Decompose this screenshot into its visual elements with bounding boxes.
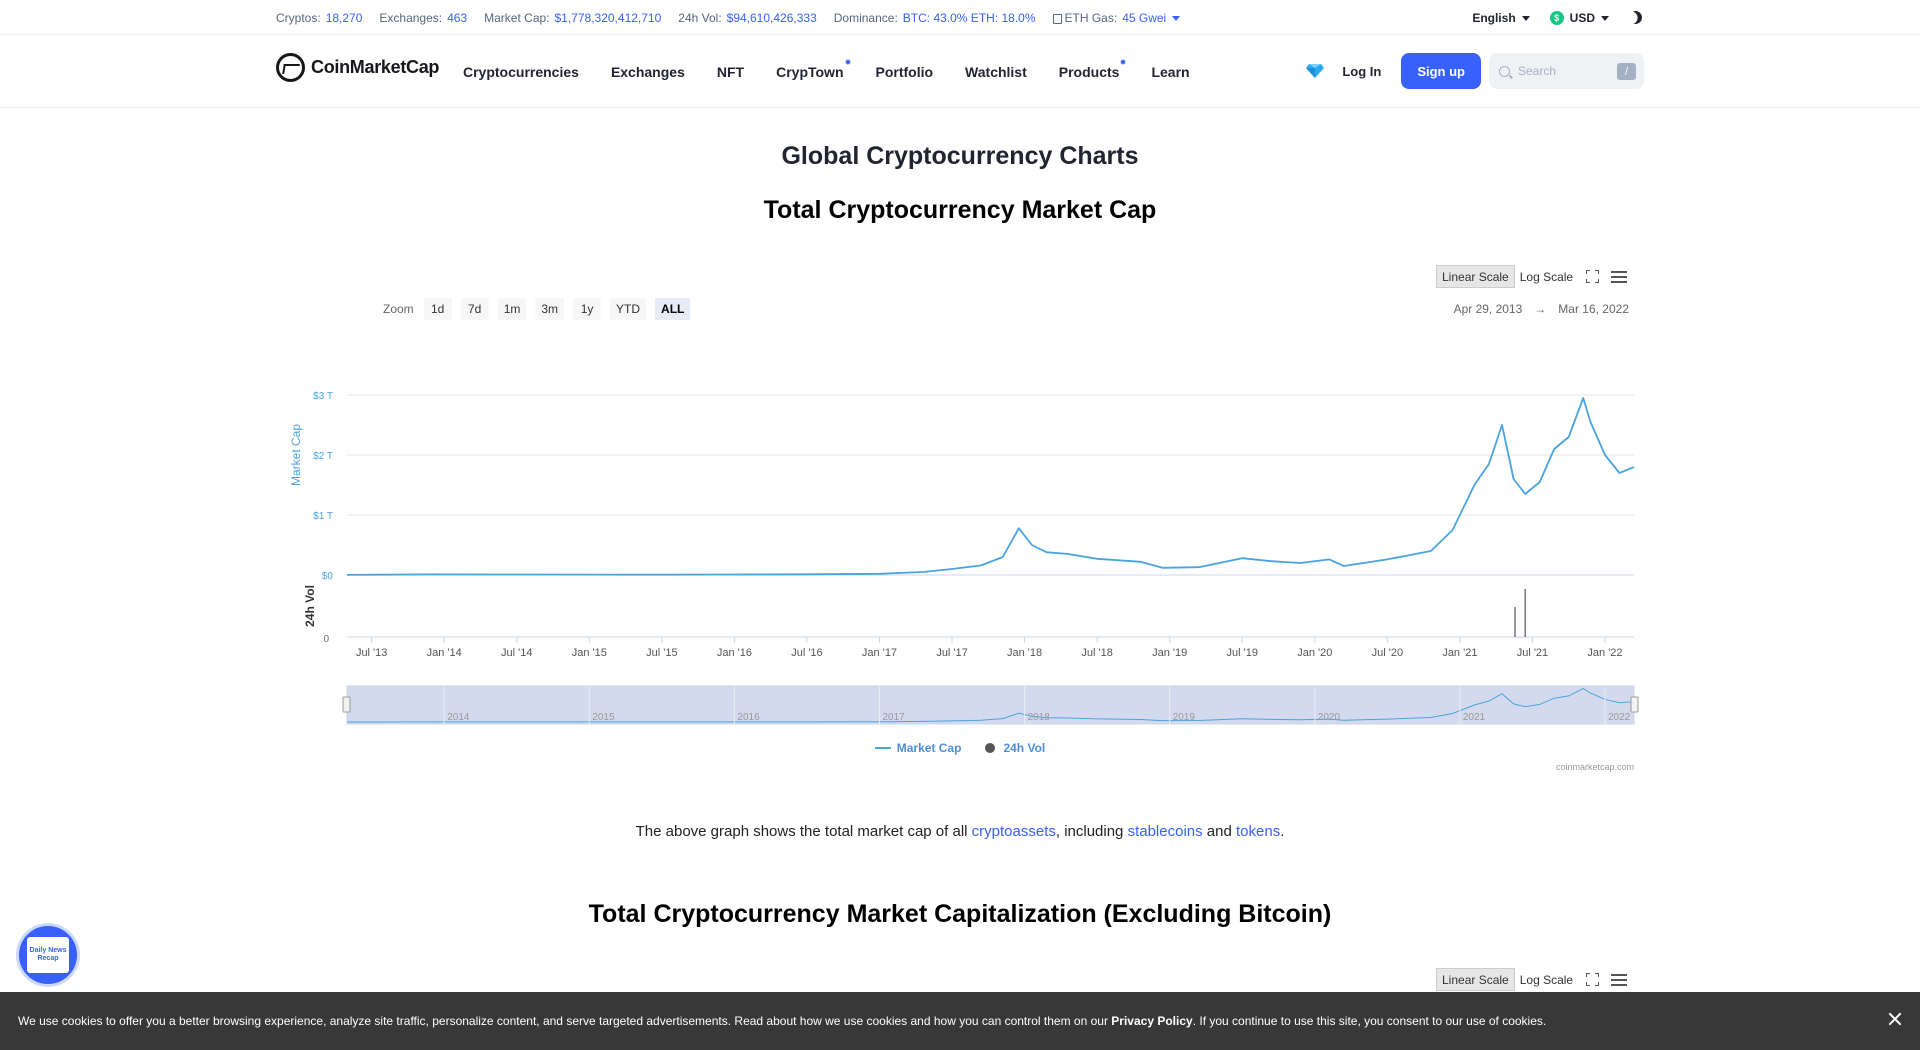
y2-tick-label: 0 (323, 634, 329, 645)
x-tick-label: Jul '21 (1517, 647, 1548, 659)
x-tick-label: Jul '17 (936, 647, 967, 659)
navigator-year-label: 2022 (1608, 712, 1631, 723)
navigator-year-label: 2016 (737, 712, 760, 723)
chart-menu-icon[interactable] (1611, 973, 1628, 986)
chart-credits[interactable]: coinmarketcap.com (1556, 762, 1634, 772)
x-tick-label: Jan '14 (427, 647, 462, 659)
x-tick-label: Jan '21 (1442, 647, 1477, 659)
navigator-year-label: 2019 (1173, 712, 1196, 723)
x-tick-label: Jul '18 (1081, 647, 1112, 659)
x-tick-label: Jul '14 (501, 647, 532, 659)
navigator-handle-left[interactable] (342, 696, 351, 713)
cookie-banner: We use cookies to offer you a better bro… (0, 992, 1920, 1050)
x-tick-label: Jan '16 (717, 647, 752, 659)
navigator-year-label: 2021 (1463, 712, 1486, 723)
x-tick-label: Jul '15 (646, 647, 677, 659)
log-scale-button[interactable]: Log Scale (1515, 968, 1578, 991)
chart-grid (347, 394, 1634, 638)
y-axis-ticks: $0 $1 T $2 T $3 T (313, 391, 333, 582)
chart-description: The above graph shows the total market c… (635, 823, 1285, 840)
chart-series (346, 397, 1635, 576)
privacy-policy-link[interactable]: Privacy Policy (1111, 1014, 1192, 1028)
navigator-handle-right[interactable] (1630, 696, 1639, 713)
x-tick-label: Jul '20 (1372, 647, 1403, 659)
navigator-year-label: 2017 (883, 712, 906, 723)
volume-bars (1514, 589, 1526, 637)
x-tick-label: Jan '22 (1587, 647, 1622, 659)
legend-24h-vol[interactable]: 24h Vol (985, 741, 1045, 755)
navigator-year-label: 2014 (447, 712, 470, 723)
x-tick-label: Jul '19 (1227, 647, 1258, 659)
navigator-window (346, 685, 1635, 725)
x-tick-label: Jan '17 (862, 647, 897, 659)
y2-axis-label: 24h Vol (303, 585, 317, 627)
fullscreen-icon[interactable] (1586, 973, 1600, 986)
x-tick-label: Jan '20 (1297, 647, 1332, 659)
market-cap-line (346, 397, 1635, 576)
navigator-year-label: 2018 (1028, 712, 1051, 723)
x-tick-label: Jul '16 (791, 647, 822, 659)
tokens-link[interactable]: tokens (1236, 823, 1280, 840)
y-tick-label: $1 T (313, 511, 333, 522)
chart2-title: Total Cryptocurrency Market Capitalizati… (588, 900, 1332, 928)
chart2-scale-toggle: Linear Scale Log Scale (1436, 968, 1628, 991)
y-axis-label: Market Cap (289, 424, 303, 486)
legend-market-cap[interactable]: Market Cap (874, 741, 961, 755)
y-tick-label: $0 (322, 571, 334, 582)
market-cap-chart: $0 $1 T $2 T $3 T Jul '13 Jan '14 Jul '14 Jan … (289, 391, 1639, 725)
x-tick-label: Jul '13 (356, 647, 387, 659)
stablecoins-link[interactable]: stablecoins (1128, 823, 1203, 840)
chart-navigator[interactable]: 2014 2015 2016 2017 2018 2019 2020 2021 2022 (342, 685, 1639, 725)
x-tick-label: Jan '15 (572, 647, 607, 659)
linear-scale-button[interactable]: Linear Scale (1436, 968, 1515, 991)
x-tick-label: Jan '19 (1152, 647, 1187, 659)
y-tick-label: $3 T (313, 391, 333, 402)
daily-news-recap-button[interactable]: Daily News Recap (16, 923, 80, 987)
cryptoassets-link[interactable]: cryptoassets (972, 823, 1056, 840)
x-axis-ticks: Jul '13 Jan '14 Jul '14 Jan '15 Jul '15 Jan '… (356, 637, 1623, 659)
cookie-text: We use cookies to offer you a better bro… (18, 1014, 1547, 1028)
close-icon[interactable] (1886, 1010, 1904, 1028)
navigator-year-label: 2015 (592, 712, 615, 723)
chart-legend: Market Cap 24h Vol (0, 741, 1920, 755)
x-tick-label: Jan '18 (1007, 647, 1042, 659)
y-tick-label: $2 T (313, 451, 333, 462)
navigator-year-label: 2020 (1318, 712, 1341, 723)
news-recap-label: Daily News Recap (27, 937, 69, 973)
